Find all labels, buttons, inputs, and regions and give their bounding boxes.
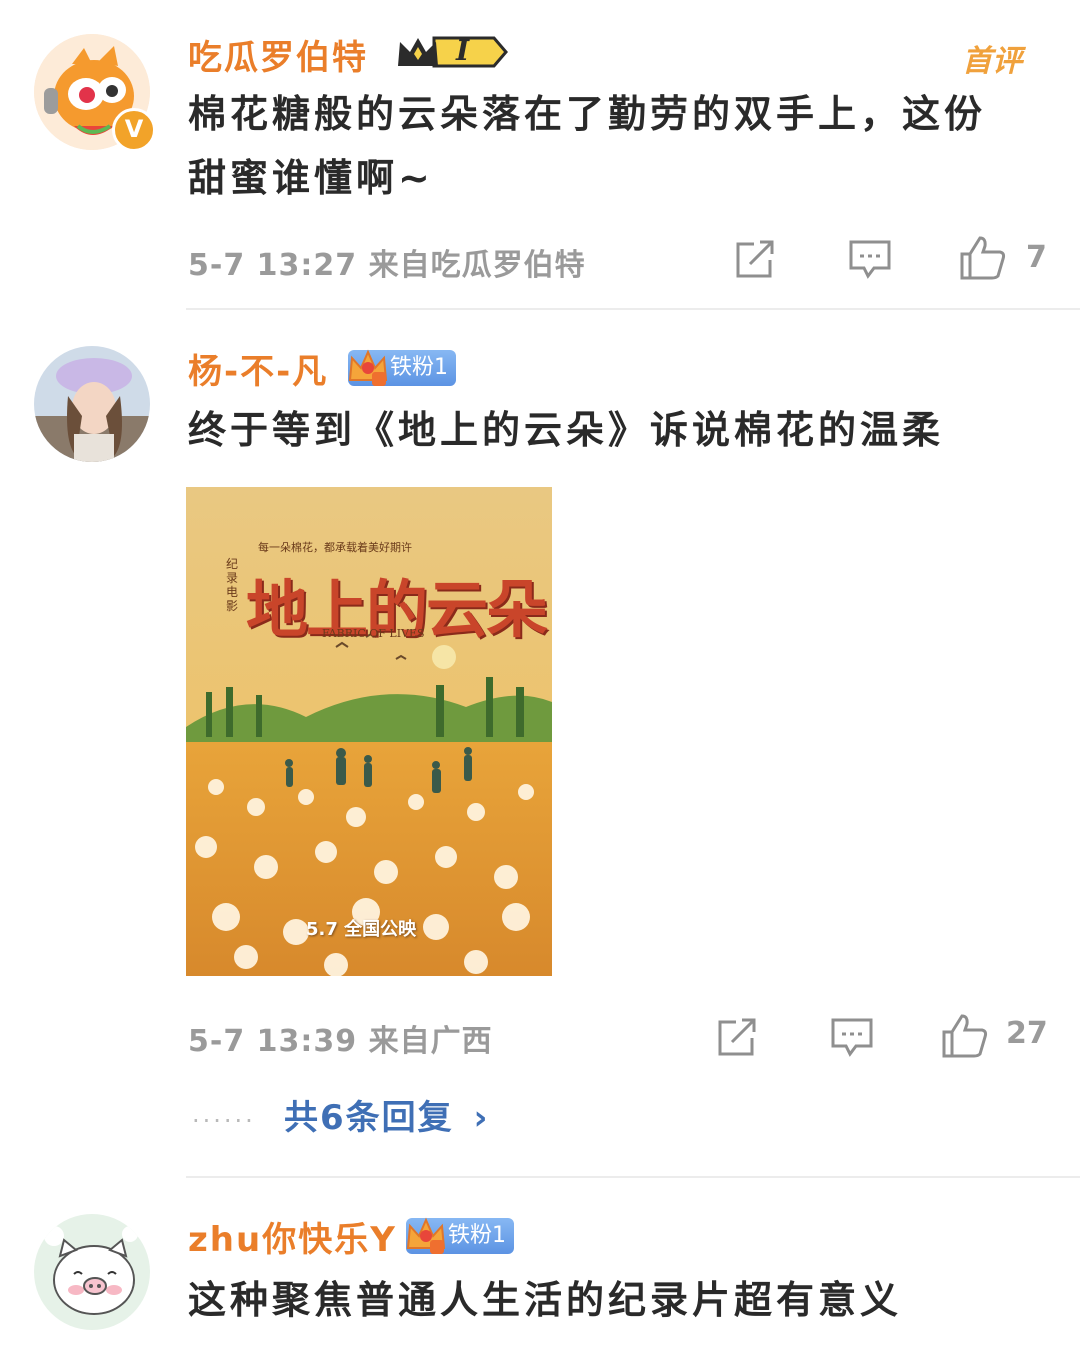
comment-text-line-2: 甜蜜谁懂啊~ (188, 156, 434, 200)
username[interactable]: 杨-不-凡 (188, 344, 328, 393)
level-badge: I (394, 32, 508, 72)
reply-dots: ...... (192, 1100, 256, 1128)
comment-icon (849, 240, 891, 279)
thumbs-up-icon (960, 236, 1006, 280)
poster-release: 5.7 全国公映 (306, 919, 417, 940)
comment-image-poster[interactable]: 每一朵棉花，都承载着美好期许 纪录电影 地上的云朵 FABRIC OF LIVE… (186, 487, 552, 976)
comment-icon (831, 1018, 873, 1057)
poster-side-label: 纪录电影 (226, 557, 239, 613)
comment-text: 这种聚焦普通人生活的纪录片超有意义 (188, 1278, 903, 1322)
share-icon (736, 240, 774, 278)
share-icon (718, 1018, 756, 1056)
girl-photo-avatar (34, 346, 150, 462)
like-button[interactable] (958, 234, 1008, 282)
crown-icon (406, 1217, 446, 1254)
thumbs-up-icon (942, 1014, 988, 1058)
comment-text: 终于等到《地上的云朵》诉说棉花的温柔 (188, 408, 945, 452)
crown-level-icon (398, 36, 508, 68)
verified-v-icon: V (112, 108, 156, 152)
share-button[interactable] (716, 1016, 760, 1058)
avatar[interactable] (34, 1214, 150, 1330)
username[interactable]: 吃瓜罗伯特 (188, 30, 368, 79)
like-button[interactable] (940, 1012, 990, 1060)
comment-button[interactable] (848, 238, 892, 280)
crown-icon (348, 349, 388, 386)
poster-tagline: 每一朵棉花，都承载着美好期许 (258, 541, 412, 554)
poster-subtitle: FABRIC OF LIVES (322, 627, 425, 640)
comment-text-line-1: 棉花糖般的云朵落在了勤劳的双手上，这份 (188, 92, 987, 136)
pig-cartoon-avatar (34, 1214, 150, 1330)
share-button[interactable] (734, 238, 778, 280)
top-comment-tag: 首评 (962, 44, 1022, 79)
comment-meta: 5-7 13:39 来自广西 (188, 1024, 493, 1059)
view-replies-link[interactable]: 共6条回复 › (284, 1090, 490, 1139)
username[interactable]: zhu你快乐Y (188, 1212, 397, 1261)
like-count: 27 (1006, 1016, 1048, 1051)
avatar[interactable] (34, 346, 150, 462)
divider (186, 308, 1080, 310)
comment-meta: 5-7 13:27 来自吃瓜罗伯特 (188, 248, 586, 283)
chevron-right-icon: › (473, 1098, 490, 1138)
divider (186, 1176, 1080, 1178)
like-count: 7 (1026, 240, 1047, 275)
comment-button[interactable] (830, 1016, 874, 1058)
